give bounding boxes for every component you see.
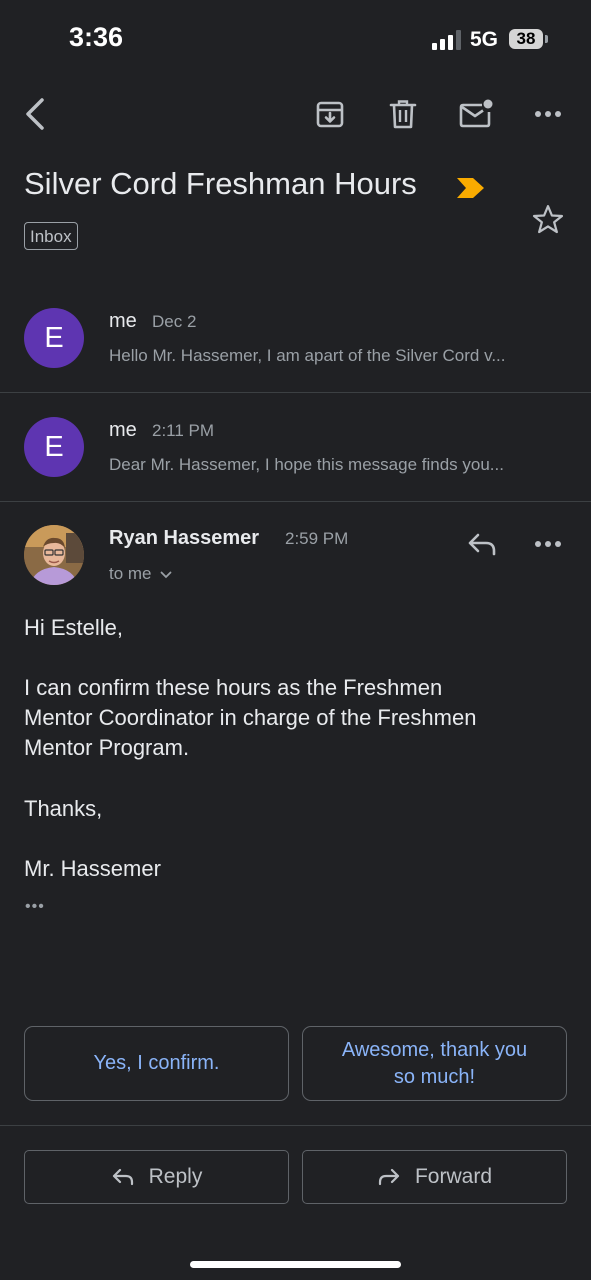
battery-icon: 38 (509, 29, 543, 49)
divider (0, 1125, 591, 1126)
divider (0, 501, 591, 502)
message-paragraph: I can confirm these hours as the Freshme… (24, 673, 476, 763)
home-indicator[interactable] (190, 1261, 401, 1268)
message-closing: Thanks, (24, 796, 103, 821)
thread-message-collapsed[interactable]: E me 2:11 PM Dear Mr. Hassemer, I hope t… (0, 393, 591, 501)
sender-avatar-photo[interactable] (24, 525, 84, 585)
forward-button[interactable]: Forward (302, 1150, 567, 1204)
message-time: 2:59 PM (285, 529, 349, 548)
message-snippet: Hello Mr. Hassemer, I am apart of the Si… (109, 346, 506, 365)
back-arrow-icon[interactable] (14, 94, 54, 134)
email-subject: Silver Cord Freshman Hours (24, 166, 417, 201)
smart-reply-chip[interactable]: Awesome, thank you so much! (302, 1026, 567, 1101)
message-more-options-icon[interactable] (528, 524, 568, 564)
message-signature: Mr. Hassemer (24, 856, 161, 881)
thread-message-collapsed[interactable]: E me Dec 2 Hello Mr. Hassemer, I am apar… (0, 284, 591, 392)
network-type: 5G (470, 28, 499, 51)
message-date: 2:11 PM (152, 421, 215, 440)
message-sender: me (109, 310, 137, 332)
more-options-icon[interactable] (528, 94, 568, 134)
smart-reply-text: Yes, I confirm. (93, 1052, 220, 1074)
reply-label: Reply (148, 1165, 203, 1188)
message-date: Dec 2 (152, 312, 197, 331)
sender-name: Ryan Hassemer (109, 527, 260, 549)
smart-reply-text: so much! (393, 1065, 476, 1088)
mark-unread-icon[interactable] (456, 94, 496, 134)
avatar: E (24, 417, 84, 477)
recipient-label: to me (109, 564, 152, 583)
signal-strength-icon (432, 30, 462, 50)
chevron-down-icon (160, 571, 172, 578)
paragraph-line: Mentor Coordinator in charge of the Fres… (24, 705, 477, 730)
archive-icon[interactable] (310, 94, 350, 134)
message-greeting: Hi Estelle, (24, 615, 124, 640)
importance-marker-icon[interactable] (457, 178, 485, 203)
forward-arrow-icon (378, 1168, 400, 1186)
forward-label: Forward (414, 1165, 493, 1188)
smart-reply-chip[interactable]: Yes, I confirm. (24, 1026, 289, 1101)
reply-button[interactable]: Reply (24, 1150, 289, 1204)
recipient-details-toggle[interactable]: to me (109, 564, 172, 584)
show-trimmed-content-button[interactable]: ••• (25, 898, 45, 916)
trash-icon[interactable] (383, 94, 423, 134)
battery-cap (545, 35, 548, 43)
message-snippet: Dear Mr. Hassemer, I hope this message f… (109, 455, 504, 474)
avatar: E (24, 308, 84, 368)
message-sender: me (109, 419, 137, 441)
paragraph-line: I can confirm these hours as the Freshme… (24, 675, 443, 700)
smart-reply-text: Awesome, thank you (341, 1038, 528, 1061)
star-icon[interactable] (530, 202, 566, 243)
reply-arrow-icon (112, 1168, 133, 1186)
reply-icon[interactable] (462, 524, 502, 564)
paragraph-line: Mentor Program. (24, 735, 190, 760)
status-time: 3:36 (69, 22, 124, 52)
inbox-label[interactable]: Inbox (24, 222, 78, 250)
